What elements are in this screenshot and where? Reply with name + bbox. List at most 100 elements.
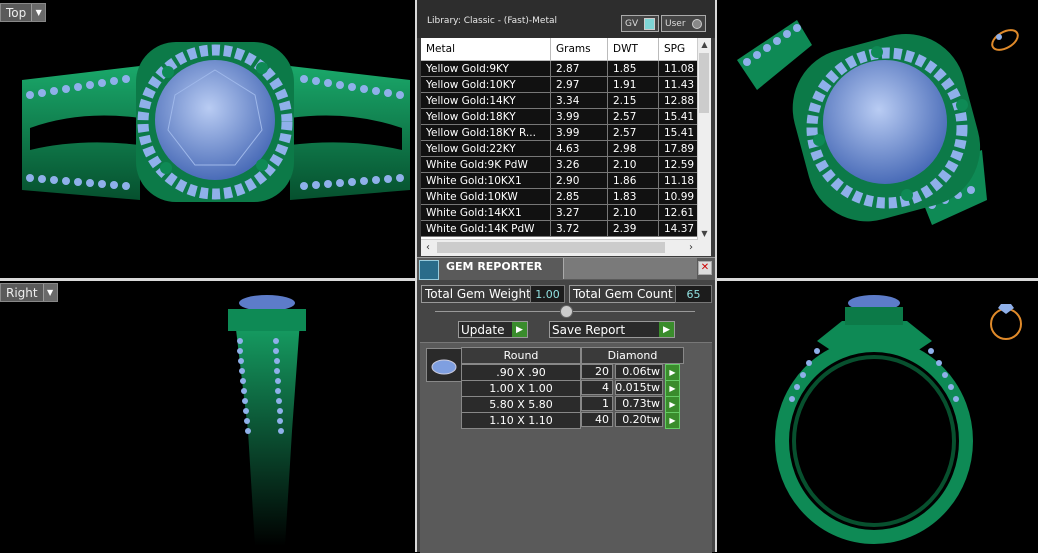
- table-row[interactable]: White Gold:10KW 2.85 1.83 10.99: [421, 188, 710, 205]
- stone-weight: 0.015tw: [615, 380, 663, 395]
- column-header[interactable]: DWT: [607, 38, 659, 61]
- save-report-button[interactable]: Save Report ▶: [549, 321, 675, 338]
- table-row[interactable]: White Gold:14KX1 3.27 2.10 12.61: [421, 204, 710, 221]
- stone-count: 40: [581, 412, 613, 427]
- chevron-down-icon[interactable]: ▼: [31, 4, 46, 21]
- metal-cell: White Gold:14K PdW: [421, 220, 551, 237]
- horizontal-scrollbar[interactable]: ‹ ›: [421, 239, 698, 256]
- play-icon[interactable]: ▶: [665, 396, 680, 413]
- table-row[interactable]: White Gold:14K PdW 3.72 2.39 14.37: [421, 220, 710, 237]
- library-title: Library: Classic - (Fast)-Metal: [427, 16, 558, 26]
- vertical-scrollbar[interactable]: ▲ ▼: [697, 38, 711, 256]
- right-viewport[interactable]: Right ▼: [0, 281, 415, 552]
- column-header[interactable]: Metal: [421, 38, 551, 61]
- top-viewport[interactable]: Top ▼: [0, 0, 415, 278]
- scroll-left-icon[interactable]: ‹: [421, 240, 435, 256]
- metal-cell: White Gold:9K PdW: [421, 156, 551, 173]
- library-header: Library: Classic - (Fast)-Metal GV User: [417, 0, 715, 38]
- total-gem-count-label: Total Gem Count: [569, 285, 677, 303]
- material-header: Diamond: [581, 347, 684, 364]
- grams-cell: 3.99: [550, 124, 608, 141]
- metal-cell: Yellow Gold:10KY: [421, 76, 551, 93]
- grams-cell: 2.97: [550, 76, 608, 93]
- table-row[interactable]: Yellow Gold:9KY 2.87 1.85 11.08: [421, 60, 710, 77]
- user-toggle[interactable]: User: [661, 15, 706, 32]
- perspective-viewport[interactable]: [717, 0, 1038, 278]
- play-icon[interactable]: ▶: [665, 364, 680, 381]
- toggle-on-icon: [644, 17, 656, 30]
- grams-cell: 3.72: [550, 220, 608, 237]
- metal-cell: Yellow Gold:9KY: [421, 60, 551, 77]
- update-label: Update: [461, 322, 505, 337]
- metal-cell: Yellow Gold:18KY: [421, 108, 551, 125]
- stone-weight: 0.06tw: [615, 364, 663, 379]
- stone-size: 1.00 X 1.00: [461, 380, 581, 397]
- metal-cell: White Gold:10KW: [421, 188, 551, 205]
- slider-handle[interactable]: [560, 305, 573, 318]
- scroll-up-icon[interactable]: ▲: [698, 38, 711, 51]
- grams-cell: 3.26: [550, 156, 608, 173]
- dwt-cell: 1.85: [607, 60, 659, 77]
- play-icon[interactable]: ▶: [665, 412, 680, 429]
- stone-size: 5.80 X 5.80: [461, 396, 581, 413]
- chevron-down-icon[interactable]: ▼: [42, 284, 57, 301]
- user-label: User: [665, 18, 686, 29]
- dwt-cell: 2.39: [607, 220, 659, 237]
- table-row[interactable]: Yellow Gold:18KY 3.99 2.57 15.41: [421, 108, 710, 125]
- grams-cell: 3.99: [550, 108, 608, 125]
- grams-cell: 2.87: [550, 60, 608, 77]
- ring-side-view: [228, 295, 306, 546]
- ring-orientation-icon: [990, 304, 1022, 340]
- gem-reporter-body: Total Gem Weight 1.00 Total Gem Count 65…: [417, 280, 715, 553]
- dwt-cell: 2.15: [607, 92, 659, 109]
- scroll-right-icon[interactable]: ›: [684, 240, 698, 256]
- total-gem-weight-value: 1.00: [530, 285, 565, 303]
- table-row[interactable]: White Gold:10KX1 2.90 1.86 11.18: [421, 172, 710, 189]
- dwt-cell: 2.57: [607, 124, 659, 141]
- metal-cell: Yellow Gold:18KY R...: [421, 124, 551, 141]
- play-icon[interactable]: ▶: [665, 380, 680, 397]
- round-stone-icon[interactable]: [426, 348, 462, 382]
- stone-count: 20: [581, 364, 613, 379]
- update-button[interactable]: Update ▶: [458, 321, 528, 338]
- scrollbar-thumb[interactable]: [699, 53, 709, 113]
- ring-orientation-icon: [991, 29, 1019, 51]
- ring-perspective-view: [737, 20, 1019, 225]
- table-row[interactable]: Yellow Gold:14KY 3.34 2.15 12.88: [421, 92, 710, 109]
- gem-reporter-icon: [419, 260, 439, 280]
- front-viewport[interactable]: [717, 281, 1038, 552]
- play-icon: ▶: [512, 322, 527, 337]
- table-row[interactable]: Yellow Gold:10KY 2.97 1.91 11.43: [421, 76, 710, 93]
- top-viewport-label[interactable]: Top ▼: [0, 3, 47, 22]
- table-row[interactable]: White Gold:9K PdW 3.26 2.10 12.59: [421, 156, 710, 173]
- table-row[interactable]: Yellow Gold:18KY R... 3.99 2.57 15.41: [421, 124, 710, 141]
- gem-reporter-titlebar: GEM REPORTER ✕: [417, 257, 715, 280]
- gv-toggle[interactable]: GV: [621, 15, 660, 32]
- metal-cell: White Gold:14KX1: [421, 204, 551, 221]
- grams-cell: 3.34: [550, 92, 608, 109]
- dwt-cell: 2.10: [607, 204, 659, 221]
- dwt-cell: 2.10: [607, 156, 659, 173]
- metal-cell: Yellow Gold:14KY: [421, 92, 551, 109]
- table-row[interactable]: Yellow Gold:22KY 4.63 2.98 17.89: [421, 140, 710, 157]
- viewport-divider-right: [715, 0, 717, 552]
- viewport-name: Right: [6, 285, 38, 300]
- close-icon[interactable]: ✕: [698, 261, 712, 275]
- scroll-down-icon[interactable]: ▼: [698, 227, 711, 240]
- dwt-cell: 1.86: [607, 172, 659, 189]
- dwt-cell: 1.83: [607, 188, 659, 205]
- ring-front-view: [775, 295, 1022, 544]
- grams-cell: 4.63: [550, 140, 608, 157]
- grams-cell: 2.85: [550, 188, 608, 205]
- scrollbar-thumb[interactable]: [437, 242, 665, 253]
- right-viewport-label[interactable]: Right ▼: [0, 283, 58, 302]
- viewport-name: Top: [6, 5, 27, 20]
- metal-table[interactable]: Metal Grams DWT SPG Yellow Gold:9KY 2.87 1…: [421, 38, 711, 256]
- gem-reporter-title: GEM REPORTER: [446, 260, 543, 273]
- column-header[interactable]: Grams: [550, 38, 608, 61]
- panel-tab[interactable]: [563, 258, 697, 279]
- total-gem-weight-label: Total Gem Weight: [421, 285, 535, 303]
- stone-weight: 0.20tw: [615, 412, 663, 427]
- metal-cell: White Gold:10KX1: [421, 172, 551, 189]
- ring-top-view: [22, 42, 410, 202]
